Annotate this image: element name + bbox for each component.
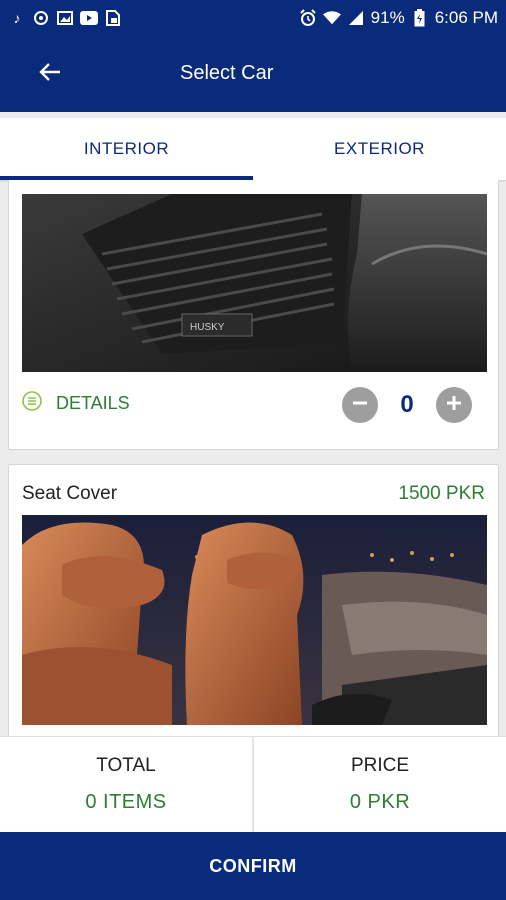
battery-percent: 91% (370, 8, 405, 27)
wifi-icon (322, 9, 341, 27)
sync-icon (32, 9, 50, 27)
seat-cover-photo (22, 515, 487, 725)
item-name: Seat Cover (22, 483, 118, 504)
quantity-value: 0 (400, 391, 414, 418)
back-arrow-icon (39, 62, 61, 87)
price-cell: PRICE 0 PKR (252, 737, 506, 832)
product-card: Seat Cover 1500 PKR (8, 464, 499, 736)
total-cell: TOTAL 0 ITEMS (0, 737, 252, 832)
music-icon: ♪ (13, 10, 21, 26)
quantity-stepper: 0 (342, 387, 472, 423)
total-label: TOTAL (96, 755, 156, 776)
battery-icon (411, 9, 429, 27)
product-card: HUSKY DETAILS 0 (8, 180, 499, 450)
increase-button[interactable] (436, 387, 472, 423)
signal-icon (347, 9, 365, 27)
tab-exterior[interactable]: EXTERIOR (253, 118, 506, 180)
category-tabs: INTERIOR EXTERIOR (0, 118, 506, 180)
status-bar: ♪ 91% 6:06 PM (0, 0, 506, 36)
product-list[interactable]: HUSKY DETAILS 0 Seat Cover 1500 PKR (0, 180, 506, 736)
floor-mat-photo: HUSKY (22, 194, 487, 372)
total-value: 0 ITEMS (85, 791, 167, 813)
clock: 6:06 PM (434, 8, 498, 27)
image-icon (56, 9, 74, 27)
sim-icon (104, 9, 122, 27)
decrease-button[interactable] (342, 387, 378, 423)
page-title: Select Car (180, 62, 274, 84)
confirm-button[interactable]: CONFIRM (0, 832, 506, 900)
order-summary: TOTAL 0 ITEMS PRICE 0 PKR (0, 736, 506, 832)
details-link[interactable]: DETAILS (22, 391, 130, 416)
minus-icon (351, 394, 369, 417)
alarm-icon (299, 9, 317, 27)
list-icon (22, 391, 42, 416)
tab-interior[interactable]: INTERIOR (0, 118, 253, 180)
item-price: 1500 PKR (398, 483, 485, 504)
plus-icon (445, 394, 463, 417)
svg-text:HUSKY: HUSKY (190, 322, 225, 333)
details-label: DETAILS (56, 393, 130, 413)
app-bar: Select Car (0, 36, 506, 112)
price-value: 0 PKR (349, 791, 411, 813)
back-button[interactable] (22, 46, 78, 102)
youtube-icon (80, 9, 98, 27)
price-label: PRICE (350, 755, 410, 776)
